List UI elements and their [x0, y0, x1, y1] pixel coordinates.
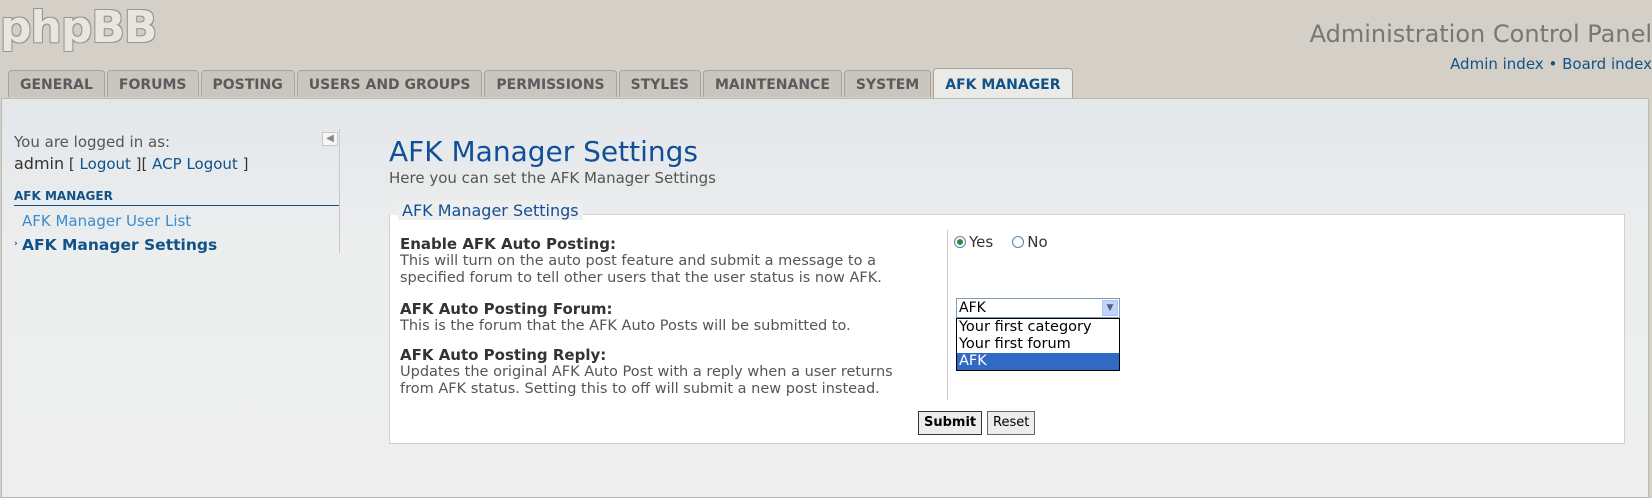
forum-select-dropdown: Your first category Your first forum AFK [956, 318, 1120, 371]
tab-posting[interactable]: POSTING [200, 70, 295, 97]
sidebar: You are logged in as: admin [ Logout ][ … [14, 133, 340, 254]
forum-option[interactable]: Your first forum [957, 336, 1119, 353]
tab-users-and-groups[interactable]: USERS AND GROUPS [296, 70, 483, 97]
logged-in-label: You are logged in as: [14, 133, 171, 151]
tab-styles[interactable]: STYLES [618, 70, 701, 97]
setting-explain: Updates the original AFK Auto Post with … [400, 364, 893, 397]
board-index-link[interactable]: Board index [1562, 55, 1652, 73]
submit-button[interactable]: Submit [918, 411, 983, 435]
active-arrow-icon: › [14, 239, 18, 249]
fieldset-legend: AFK Manager Settings [398, 201, 583, 220]
forum-select-value: AFK [959, 300, 986, 316]
setting-label: AFK Auto Posting Reply: [400, 346, 607, 364]
radio-no[interactable] [1012, 236, 1025, 248]
setting-explain: This is the forum that the AFK Auto Post… [400, 318, 851, 334]
settings-fieldset: AFK Manager Settings Enable AFK Auto Pos… [389, 199, 1625, 444]
main-tabs: GENERAL FORUMS POSTING USERS AND GROUPS … [8, 68, 1075, 98]
phpbb-logo: phpBB [0, 2, 157, 53]
reset-button[interactable]: Reset [987, 411, 1036, 435]
page-description: Here you can set the AFK Manager Setting… [389, 169, 716, 187]
setting-explain: This will turn on the auto post feature … [400, 253, 882, 286]
auto-posting-radios: Yes No [954, 233, 1048, 251]
acp-title: Administration Control Panel [1309, 20, 1652, 48]
link-separator: • [1548, 55, 1558, 73]
tab-permissions[interactable]: PERMISSIONS [484, 70, 617, 97]
setting-row-auto-posting: Enable AFK Auto Posting: This will turn … [400, 235, 900, 287]
top-links: Admin index • Board index [1450, 55, 1652, 73]
radio-yes-label: Yes [969, 233, 994, 251]
setting-row-posting-forum: AFK Auto Posting Forum: This is the foru… [400, 300, 900, 335]
menu-section-title: AFK MANAGER [14, 189, 339, 206]
tab-forums[interactable]: FORUMS [106, 70, 199, 97]
column-divider [947, 230, 948, 400]
forum-option[interactable]: AFK [957, 353, 1119, 370]
admin-index-link[interactable]: Admin index [1450, 55, 1544, 73]
radio-yes[interactable] [954, 236, 966, 248]
tab-afk-manager[interactable]: AFK MANAGER [933, 68, 1073, 98]
acp-logout-link[interactable]: ACP Logout [152, 155, 238, 173]
sidebar-item-user-list[interactable]: AFK Manager User List [14, 212, 340, 230]
main-panel: ◀ You are logged in as: admin [ Logout ]… [1, 98, 1649, 498]
forum-option[interactable]: Your first category [957, 319, 1119, 336]
tab-maintenance[interactable]: MAINTENANCE [702, 70, 842, 97]
page-title: AFK Manager Settings [389, 135, 698, 168]
radio-no-label: No [1027, 233, 1048, 251]
username: admin [14, 154, 65, 173]
tab-general[interactable]: GENERAL [8, 70, 105, 97]
sidebar-item-settings[interactable]: › AFK Manager Settings [14, 236, 340, 254]
setting-row-posting-reply: AFK Auto Posting Reply: Updates the orig… [400, 346, 900, 398]
forum-select[interactable]: AFK ▼ [956, 298, 1120, 318]
logged-in-user-line: admin [ Logout ][ ACP Logout ] [14, 154, 249, 173]
chevron-down-icon[interactable]: ▼ [1102, 300, 1118, 316]
tab-system[interactable]: SYSTEM [843, 70, 932, 97]
setting-label: AFK Auto Posting Forum: [400, 300, 613, 318]
setting-label: Enable AFK Auto Posting: [400, 235, 616, 253]
logout-link[interactable]: Logout [80, 155, 131, 173]
sidebar-item-label: AFK Manager Settings [22, 236, 218, 254]
